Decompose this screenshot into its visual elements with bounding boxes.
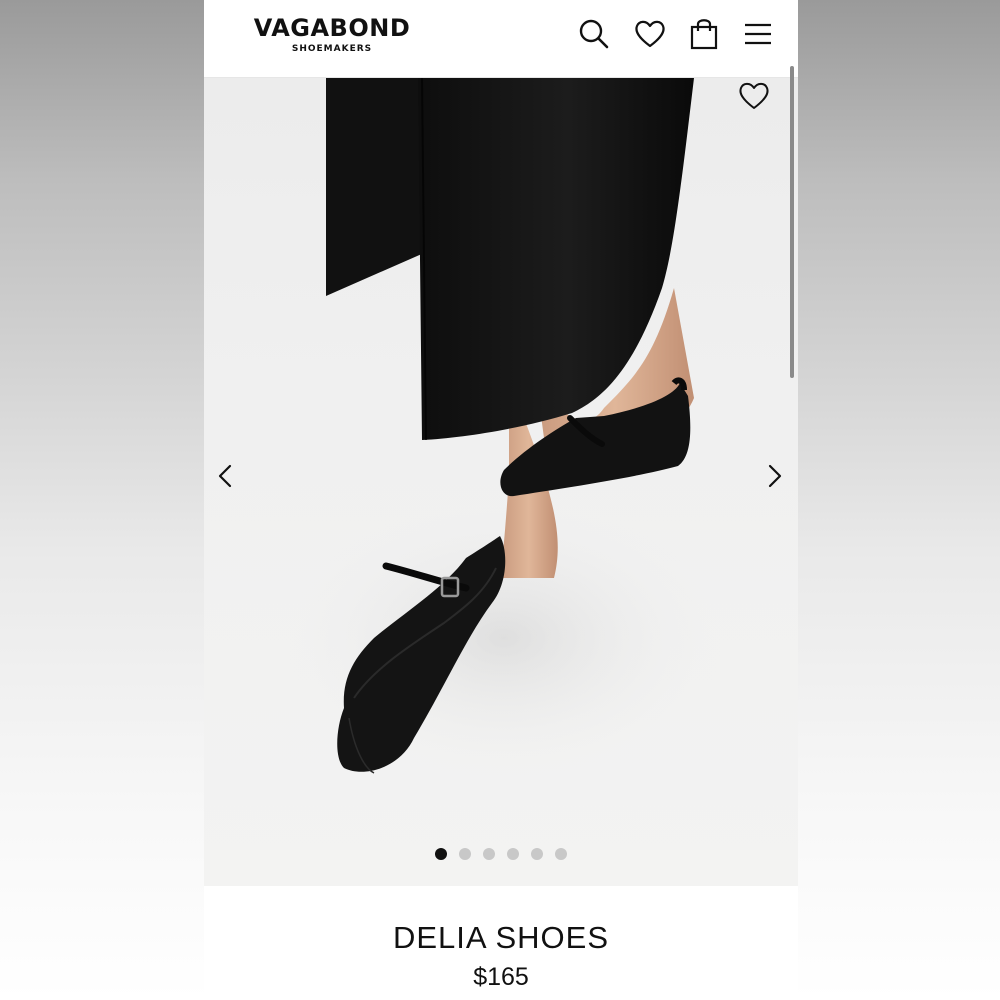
product-title: DELIA SHOES (392, 920, 610, 955)
slide-dot[interactable] (459, 848, 471, 860)
brand-subtitle: SHOEMAKERS (291, 44, 373, 54)
brand-logo[interactable]: VAGABOND SHOEMAKERS (228, 14, 436, 56)
mobile-page: VAGABOND SHOEMAKERS DELIA SHOES $165 (204, 0, 798, 1000)
heart-icon (739, 82, 769, 109)
image-wishlist-button[interactable] (736, 78, 772, 112)
next-image-button[interactable] (760, 458, 788, 494)
previous-image-button[interactable] (212, 458, 240, 494)
search-icon (579, 19, 609, 49)
chevron-right-icon (768, 464, 782, 488)
cart-button[interactable] (686, 16, 722, 52)
product-price: $165 (473, 963, 529, 991)
menu-button[interactable] (740, 16, 776, 52)
slide-dot[interactable] (555, 848, 567, 860)
product-info: DELIA SHOES $165 (204, 886, 798, 1000)
slide-dot[interactable] (435, 848, 447, 860)
chevron-left-icon (218, 464, 232, 488)
site-header: VAGABOND SHOEMAKERS (204, 0, 798, 78)
brand-name: VAGABOND (253, 14, 411, 42)
wishlist-button[interactable] (632, 16, 668, 52)
slide-indicator (204, 848, 798, 860)
menu-icon (745, 23, 771, 45)
slide-dot[interactable] (507, 848, 519, 860)
slide-dot[interactable] (483, 848, 495, 860)
search-button[interactable] (576, 16, 612, 52)
heart-icon (635, 20, 665, 48)
slide-dot[interactable] (531, 848, 543, 860)
product-image (284, 78, 724, 778)
shopping-bag-icon (690, 19, 718, 50)
product-gallery[interactable] (204, 78, 798, 886)
scrollbar[interactable] (790, 66, 794, 378)
